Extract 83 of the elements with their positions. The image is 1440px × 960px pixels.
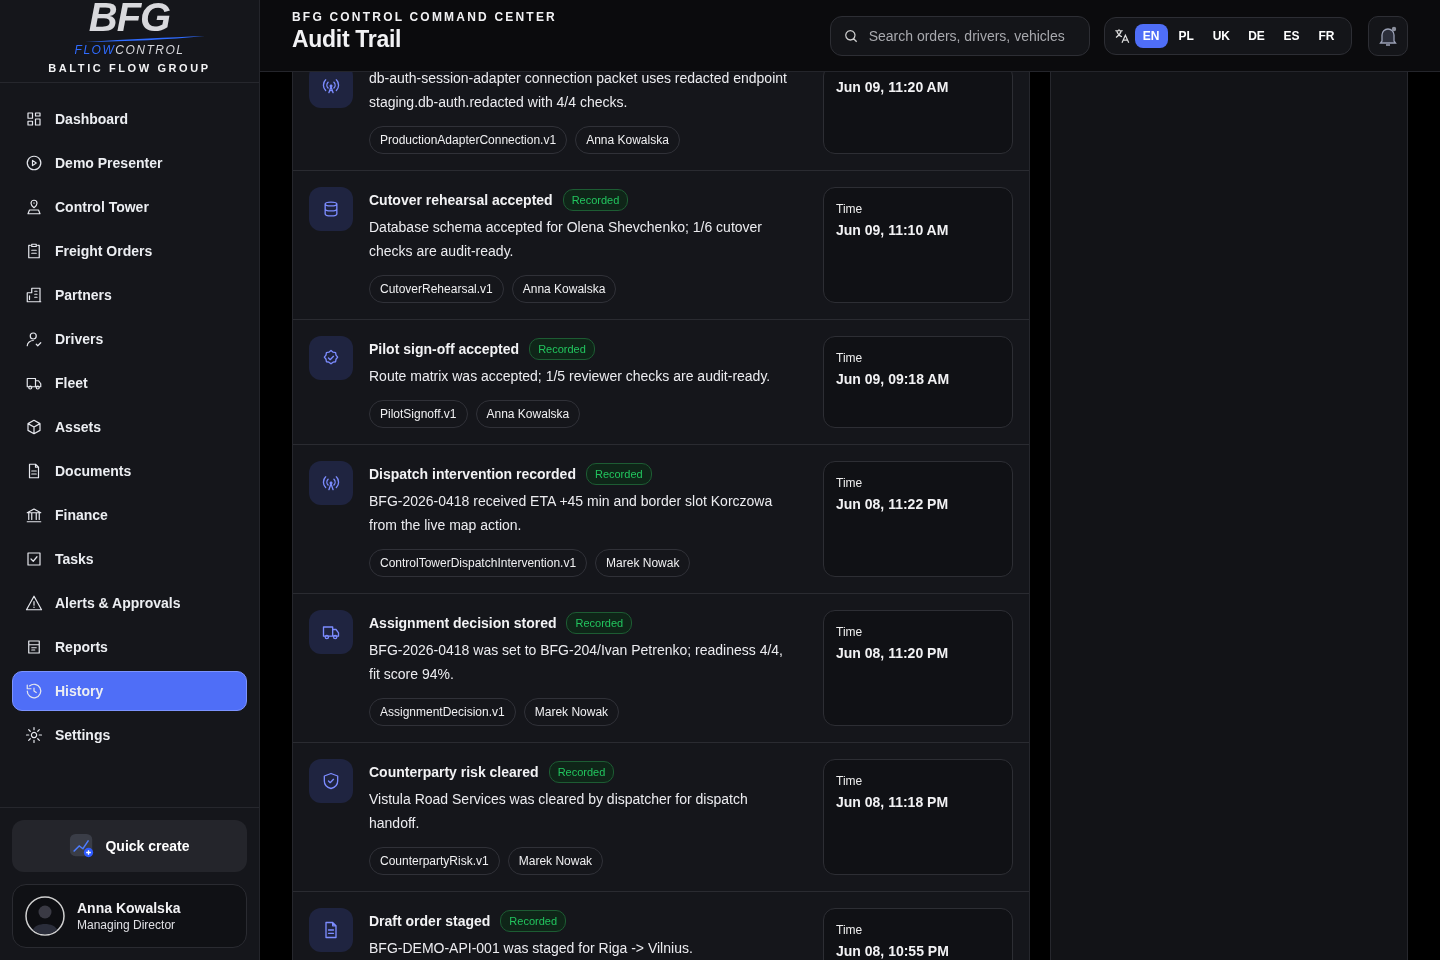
time-label: Time xyxy=(836,202,864,216)
bank-icon xyxy=(25,506,43,524)
sidebar-item[interactable]: Dashboard xyxy=(12,99,247,139)
warning-icon xyxy=(25,594,43,612)
sidebar-item[interactable]: Control Tower xyxy=(12,187,247,227)
map-pin-icon xyxy=(25,198,43,216)
sidebar-item[interactable]: Documents xyxy=(12,451,247,491)
dashboard-icon xyxy=(25,110,43,128)
language-tab[interactable]: EN xyxy=(1134,23,1168,48)
sidebar-item[interactable]: Freight Orders xyxy=(12,231,247,271)
box-icon xyxy=(25,418,43,436)
time-value: Jun 09, 11:20 AM xyxy=(836,79,950,95)
time-value: Jun 08, 10:55 PM xyxy=(836,943,950,959)
sidebar-item[interactable]: Finance xyxy=(12,495,247,535)
time-value: Jun 08, 11:20 PM xyxy=(836,645,950,661)
time-label: Time xyxy=(836,351,864,365)
status-badge: Recorded xyxy=(566,612,633,634)
language-tab[interactable]: UK xyxy=(1204,23,1238,48)
history-icon xyxy=(25,682,43,700)
event-title: Draft order staged xyxy=(369,913,491,929)
building-icon xyxy=(25,286,43,304)
event-description: Vistula Road Services was cleared by dispatcher for dispatch handoff. xyxy=(369,790,749,833)
antenna-icon xyxy=(321,473,341,493)
sidebar-item[interactable]: Fleet xyxy=(12,363,247,403)
quick-create-button[interactable]: Quick create xyxy=(12,820,247,872)
receipt-icon xyxy=(25,638,43,656)
logo: BFG FLOWCONTROL xyxy=(49,0,210,57)
notifications-button[interactable] xyxy=(1368,15,1408,56)
language-tab[interactable]: ES xyxy=(1275,23,1308,48)
checkbox-icon xyxy=(25,550,43,568)
page-title: Audit Trail xyxy=(292,26,403,53)
search-icon xyxy=(842,27,859,44)
search-field[interactable]: Search orders, drivers, vehicles xyxy=(829,15,1090,56)
sidebar-item[interactable]: Assets xyxy=(12,407,247,447)
sidebar-item[interactable]: Demo Presenter xyxy=(12,143,247,183)
brand-tagline: BALTIC FLOW GROUP xyxy=(48,62,211,74)
sidebar-item[interactable]: Reports xyxy=(12,627,247,667)
sidebar-item[interactable]: Partners xyxy=(12,275,247,315)
time-label: Time xyxy=(836,774,864,788)
status-badge: Recorded xyxy=(548,761,615,783)
time-value: Jun 08, 11:22 PM xyxy=(836,496,950,512)
status-badge: Recorded xyxy=(585,463,652,485)
language-tab[interactable]: DE xyxy=(1240,23,1273,48)
event-title: Counterparty risk cleared xyxy=(369,764,539,780)
avatar-icon xyxy=(25,896,65,936)
search-input[interactable]: Search orders, drivers, vehicles xyxy=(866,16,1077,55)
antenna-icon xyxy=(321,76,341,96)
shield-icon xyxy=(321,771,341,791)
sidebar-item[interactable]: Alerts & Approvals xyxy=(12,583,247,623)
sidebar-item[interactable]: History xyxy=(12,671,247,711)
event-description: Database schema accepted for Olena Shevchenko; 1/6 cutover checks are audit-ready. xyxy=(369,218,763,261)
user-card[interactable]: Anna Kowalska Managing Director xyxy=(12,884,247,948)
event-description: Route matrix was accepted; 1/5 reviewer checks are audit-ready. xyxy=(369,367,772,386)
user-role: Managing Director xyxy=(77,918,177,932)
language-tab[interactable]: FR xyxy=(1310,23,1343,48)
event-title: Dispatch intervention recorded xyxy=(369,466,576,482)
time-value: Jun 09, 11:10 AM xyxy=(836,222,950,238)
translate-icon xyxy=(1112,26,1131,45)
status-badge: Recorded xyxy=(500,910,567,932)
time-value: Jun 08, 11:18 PM xyxy=(836,794,950,810)
user-icon xyxy=(25,330,43,348)
play-icon xyxy=(25,154,43,172)
status-badge: Recorded xyxy=(529,338,595,360)
event-title: Pilot sign-off accepted xyxy=(369,341,520,357)
time-label: Time xyxy=(836,476,864,490)
time-label: Time xyxy=(836,625,864,639)
sidebar-item[interactable]: Drivers xyxy=(12,319,247,359)
event-description: BFG-2026-0418 was set to BFG-204/Ivan Petrenko; readiness 4/4, fit score 94%. xyxy=(369,641,784,684)
time-value: Jun 09, 09:18 AM xyxy=(836,371,951,387)
event-description: BFG-2026-0418 received ETA +45 min and border slot Korczowa from the live map action. xyxy=(369,492,774,535)
user-name: Anna Kowalska xyxy=(77,900,181,916)
event-title: Cutover rehearsal accepted xyxy=(369,192,553,208)
event-description: BFG-DEMO-API-001 was staged for Riga -> Vilnius. xyxy=(369,939,694,958)
time-label: Time xyxy=(836,923,864,937)
status-badge: Recorded xyxy=(562,189,629,211)
event-description: db-auth-session-adapter connection packet uses redacted endpoint staging.db-auth.redacted with 4/4 checks. xyxy=(369,72,788,112)
sidebar-item[interactable]: Settings xyxy=(12,715,247,755)
page-eyebrow: BFG CONTROL COMMAND CENTER xyxy=(292,10,558,24)
event-title: Assignment decision stored xyxy=(369,615,557,631)
route-plus-icon xyxy=(69,833,96,859)
clipboard-icon xyxy=(25,242,43,260)
language-tab[interactable]: PL xyxy=(1169,23,1203,48)
sidebar-item[interactable]: Tasks xyxy=(12,539,247,579)
